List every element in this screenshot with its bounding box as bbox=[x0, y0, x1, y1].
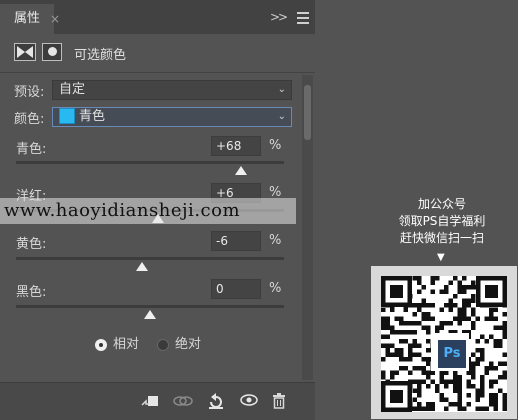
cyan-slider-track[interactable] bbox=[16, 161, 284, 164]
absolute-label: 绝对 bbox=[175, 337, 202, 352]
chevron-down-icon: ⌄ bbox=[277, 111, 286, 122]
slider-label: 黑色: bbox=[16, 285, 47, 300]
qr-code-frame: Ps bbox=[371, 266, 517, 419]
reset-icon[interactable] bbox=[207, 393, 225, 414]
delete-icon[interactable] bbox=[272, 393, 286, 412]
percent-unit: % bbox=[269, 138, 282, 153]
relative-radio[interactable] bbox=[95, 338, 107, 351]
tab-close-icon[interactable]: × bbox=[50, 4, 68, 34]
divider bbox=[0, 72, 315, 73]
preset-label: 预设: bbox=[14, 85, 45, 100]
panel-menu-icon[interactable] bbox=[297, 12, 309, 27]
percent-unit: % bbox=[269, 281, 282, 296]
visibility-icon[interactable] bbox=[240, 393, 258, 410]
preset-value: 自定 bbox=[59, 82, 86, 97]
view-previous-icon[interactable] bbox=[172, 393, 194, 412]
yellow-slider-thumb[interactable] bbox=[135, 262, 148, 271]
black-slider-thumb[interactable] bbox=[144, 310, 156, 319]
panel-tab-bar: 属性 × >> bbox=[0, 0, 315, 34]
relative-option[interactable]: 相对 bbox=[95, 333, 139, 352]
yellow-slider-track[interactable] bbox=[16, 257, 284, 260]
black-value-input[interactable]: 0 bbox=[211, 279, 261, 299]
absolute-radio[interactable] bbox=[157, 338, 169, 351]
adjustment-title: 可选颜色 bbox=[74, 48, 127, 63]
adjustment-layer-icon bbox=[14, 43, 36, 61]
yellow-value-input[interactable]: -6 bbox=[211, 231, 261, 251]
cyan-slider-thumb[interactable] bbox=[235, 166, 248, 175]
ps-logo: Ps bbox=[436, 338, 468, 370]
promo-line-2: 领取PS自学福利 bbox=[398, 214, 486, 228]
panel-footer bbox=[0, 382, 315, 420]
promo-text: 加公众号 领取PS自学福利 赶快微信扫一扫 bbox=[367, 196, 517, 247]
watermark-url: www.haoyidiansheji.com bbox=[0, 198, 296, 224]
color-swatch bbox=[59, 107, 75, 124]
slider-label: 青色: bbox=[16, 142, 47, 157]
relative-label: 相对 bbox=[113, 337, 140, 352]
collapse-icon[interactable]: >> bbox=[270, 10, 288, 24]
arrow-down-icon: ▼ bbox=[437, 252, 445, 263]
scrollbar[interactable] bbox=[302, 75, 313, 380]
color-value: 青色 bbox=[79, 109, 106, 124]
percent-unit: % bbox=[269, 233, 282, 248]
scrollbar-thumb[interactable] bbox=[304, 85, 311, 140]
black-slider-track[interactable] bbox=[16, 305, 284, 308]
color-label: 颜色: bbox=[14, 112, 45, 127]
chevron-down-icon: ⌄ bbox=[277, 84, 286, 95]
promo-line-1: 加公众号 bbox=[417, 197, 466, 211]
cyan-value-input[interactable]: +68 bbox=[211, 136, 261, 156]
qr-code[interactable]: Ps bbox=[381, 276, 507, 412]
layer-mask-icon[interactable] bbox=[42, 43, 62, 61]
clip-to-layer-icon[interactable] bbox=[140, 393, 160, 412]
tab-properties[interactable]: 属性 bbox=[0, 4, 54, 34]
preset-select[interactable]: 自定 ⌄ bbox=[52, 80, 292, 100]
slider-label: 黄色: bbox=[16, 237, 47, 252]
color-select[interactable]: 青色 ⌄ bbox=[52, 107, 292, 127]
absolute-option[interactable]: 绝对 bbox=[157, 333, 201, 352]
promo-line-3: 赶快微信扫一扫 bbox=[399, 231, 484, 245]
